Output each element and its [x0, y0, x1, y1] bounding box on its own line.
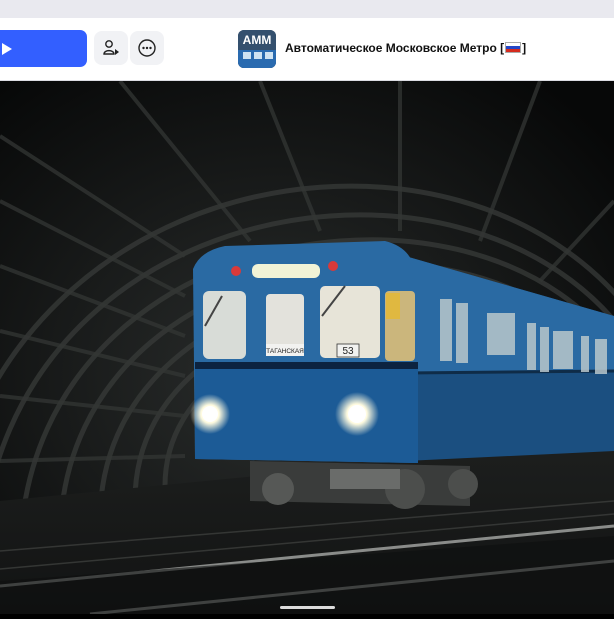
game-title-text: Автоматическое Московское Метро [ — [285, 41, 505, 55]
thumbnail-label: AMM — [243, 33, 272, 47]
game-title: Автоматическое Московское Метро [] — [285, 41, 526, 55]
russia-flag-icon — [505, 42, 522, 53]
metro-tunnel-scene: ТАГАНСКАЯ 53 — [0, 79, 614, 616]
game-thumbnail[interactable]: AMM — [238, 30, 276, 68]
more-icon — [138, 39, 156, 57]
play-button[interactable] — [0, 30, 87, 67]
game-viewport[interactable]: ТАГАНСКАЯ 53 — [0, 79, 614, 616]
status-bar — [0, 0, 614, 18]
experience-header: AMM Автоматическое Московское Метро [] — [0, 18, 614, 81]
more-options-button[interactable] — [130, 31, 164, 65]
home-indicator — [280, 606, 335, 609]
avatar-icon — [103, 40, 119, 55]
train-destination-sign: ТАГАНСКАЯ — [266, 348, 304, 355]
avatar-button[interactable] — [94, 31, 128, 65]
train-number: 53 — [342, 346, 354, 357]
game-title-suffix: ] — [522, 41, 527, 55]
play-icon — [2, 42, 12, 55]
